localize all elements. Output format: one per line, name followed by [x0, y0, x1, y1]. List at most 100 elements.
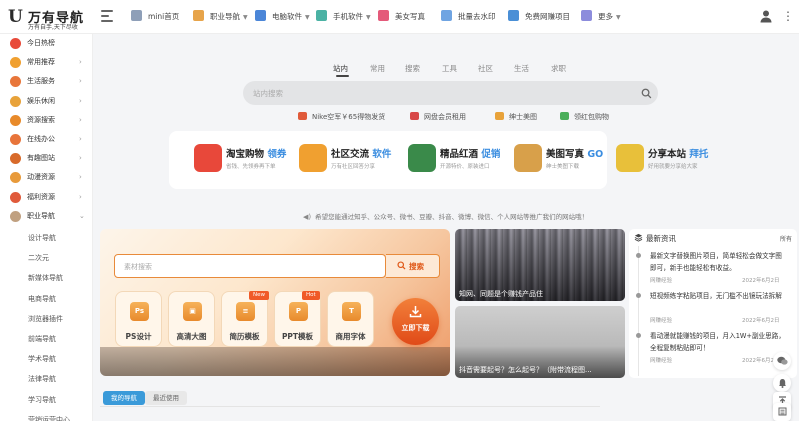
- feature-title: 社区交流 软件: [331, 146, 391, 160]
- nav-item-label: mini首页: [148, 12, 180, 21]
- feature-subtitle: 开源特价、原装进口: [440, 164, 490, 170]
- sidebar-subitem[interactable]: 新媒体导航: [28, 271, 63, 285]
- page: U 万有导航 万有自手,天下尽收 mini首页 职业导航 ▼ 电脑软件 ▼ 手机软件 ▼ 美女…: [0, 0, 799, 421]
- nav-item-label: 美女写真: [395, 12, 425, 21]
- sidebar-subitem[interactable]: 学习导航: [28, 393, 56, 407]
- news-item-title[interactable]: 最新文字替换图片项目，简单轻松会做文字图即可，新手也能轻松有收益。: [650, 250, 788, 274]
- hot-link[interactable]: 网盘会员租用: [410, 112, 466, 122]
- search-icon: [10, 114, 21, 126]
- sidebar-subitem[interactable]: 前端导航: [28, 332, 56, 346]
- sidebar-subitem[interactable]: 二次元: [28, 251, 49, 265]
- search-icon[interactable]: [641, 88, 652, 99]
- sidebar-item-7[interactable]: 动漫资源 ›: [0, 168, 92, 187]
- material-search-input[interactable]: [114, 254, 386, 278]
- hot-link-label: 网盘会员租用: [424, 113, 466, 121]
- sidebar-subitem[interactable]: 营销运营中心: [28, 413, 70, 421]
- sidebar-item-label: 生活服务: [27, 77, 55, 86]
- feature-title-text: 精品红酒: [440, 149, 479, 160]
- sidebar-item-6[interactable]: 有趣图站 ›: [0, 149, 92, 168]
- bell-icon[interactable]: [773, 374, 791, 392]
- sidebar-item-label: 在线办公: [27, 135, 55, 143]
- nav-item-5[interactable]: 批量去水印: [441, 9, 496, 25]
- nav-item-1[interactable]: 职业导航 ▼: [193, 9, 248, 25]
- hot-link[interactable]: 绅士美图: [495, 112, 537, 122]
- menu-toggle-icon[interactable]: [101, 10, 113, 22]
- briefcase-icon: [193, 10, 204, 21]
- hot-link[interactable]: 领红包购物: [560, 112, 609, 122]
- tool-icon: P: [289, 302, 308, 321]
- wechat-icon[interactable]: [773, 352, 791, 370]
- tool-card-4[interactable]: T 商用字体: [327, 291, 374, 347]
- chevron-down-icon: ▼: [243, 14, 248, 21]
- site-logo[interactable]: U 万有导航 万有自手,天下尽收: [8, 6, 96, 31]
- tag-icon: [298, 112, 307, 120]
- sidebar-item-9[interactable]: 职业导航 ⌄: [0, 207, 92, 226]
- tag-icon: [495, 112, 504, 120]
- news-item-title[interactable]: 看动漫就能赚钱的项目，月入1W+副业思路，全程复制粘贴即可！: [650, 330, 788, 354]
- sidebar-subitem[interactable]: 设计导航: [28, 231, 56, 245]
- tool-card-0[interactable]: Ps PS设计: [115, 291, 162, 347]
- search-input[interactable]: 站内搜索: [253, 88, 283, 99]
- chevron-down-icon: ▼: [616, 14, 621, 21]
- nav-item-2[interactable]: 电脑软件 ▼: [255, 9, 310, 25]
- download-label: 立即下载: [401, 324, 430, 332]
- sidebar-item-4[interactable]: 资源搜索 ›: [0, 111, 92, 130]
- sidebar-item-3[interactable]: 娱乐休闲 ›: [0, 92, 92, 111]
- list-icon[interactable]: [773, 403, 791, 421]
- feature-title-text: 淘宝购物: [226, 149, 265, 160]
- sidebar-item-2[interactable]: 生活服务 ›: [0, 72, 92, 91]
- nav-item-3[interactable]: 手机软件 ▼: [316, 9, 371, 25]
- coupon-icon: [194, 144, 222, 172]
- sidebar-item-label: 福利资源: [27, 192, 55, 201]
- notice-text: 希望您能通过知乎、公众号、微书、豆瓣、抖音、微博、微信、个人网站等推广我们的网站…: [315, 213, 589, 221]
- user-icon[interactable]: [759, 9, 773, 23]
- nav-item-7[interactable]: 更多 ▼: [581, 9, 621, 25]
- more-options-icon[interactable]: ⋮: [782, 9, 794, 23]
- thumb-icon: [616, 144, 644, 172]
- article-image-caption[interactable]: 知网、同题是个赚钱产品住: [459, 289, 543, 299]
- search-tab[interactable]: 生活: [514, 63, 529, 74]
- material-search-placeholder: 素材搜索: [124, 263, 152, 271]
- speaker-icon: ◀): [303, 213, 312, 221]
- tool-icon: ≡: [236, 302, 255, 321]
- sidebar-subitem[interactable]: 浏览器插件: [28, 312, 63, 326]
- fire-icon: [10, 38, 21, 49]
- hot-link-label: Nike空军￥65得物发货: [312, 113, 386, 121]
- feature-tag: 领券: [267, 149, 287, 160]
- feature-title: 分享本站 拜托: [648, 146, 708, 160]
- nav-item-4[interactable]: 美女写真: [378, 9, 425, 25]
- news-all-link[interactable]: 所有: [780, 234, 792, 243]
- smile-icon: [10, 95, 21, 107]
- search-tab[interactable]: 搜索: [405, 63, 420, 74]
- search-icon: [397, 261, 406, 270]
- search-tab[interactable]: 社区: [478, 63, 493, 74]
- search-tab[interactable]: 常用: [370, 63, 385, 74]
- wine-icon: [408, 144, 436, 172]
- chevron-down-icon: ⌄: [79, 211, 85, 220]
- hot-link[interactable]: Nike空军￥65得物发货: [298, 112, 385, 122]
- search-tab[interactable]: 站内: [333, 63, 348, 74]
- sidebar-subitem[interactable]: 学术导航: [28, 352, 56, 366]
- search-tab[interactable]: 工具: [442, 63, 457, 74]
- search-tab[interactable]: 求职: [551, 63, 566, 74]
- nav-item-0[interactable]: mini首页: [131, 9, 179, 25]
- search-bar[interactable]: [243, 81, 658, 105]
- chevron-right-icon: ›: [79, 77, 82, 86]
- sidebar-item-1[interactable]: 常用推荐 ›: [0, 53, 92, 72]
- nav-item-6[interactable]: 免费网赚项目: [508, 9, 570, 25]
- career-icon: [10, 210, 21, 222]
- tool-card-1[interactable]: ▣ 高清大图: [168, 291, 215, 347]
- sidebar-item-8[interactable]: 福利资源 ›: [0, 188, 92, 207]
- sidebar-item-0[interactable]: 今日热榜: [0, 34, 92, 53]
- feature-tag: 拜托: [689, 149, 709, 160]
- sidebar-subitem[interactable]: 电商导航: [28, 292, 56, 306]
- sidebar-item-5[interactable]: 在线办公 ›: [0, 130, 92, 149]
- chevron-down-icon: ▼: [366, 14, 371, 21]
- news-item-title[interactable]: 短视频练字粘贴项目，无门槛不出镜玩法拆解: [650, 290, 788, 302]
- sidebar-subitem[interactable]: 法律导航: [28, 372, 56, 386]
- sidebar-item-label: 资源搜索: [27, 115, 55, 124]
- article-image-caption[interactable]: 抖音需要起号？怎么起号？（附带流程图...: [459, 365, 592, 375]
- tab-recent[interactable]: 最近使用: [145, 391, 187, 405]
- feature-subtitle: 省钱、先领券再下单: [226, 164, 276, 170]
- tab-my-nav[interactable]: 我的导航: [103, 391, 145, 405]
